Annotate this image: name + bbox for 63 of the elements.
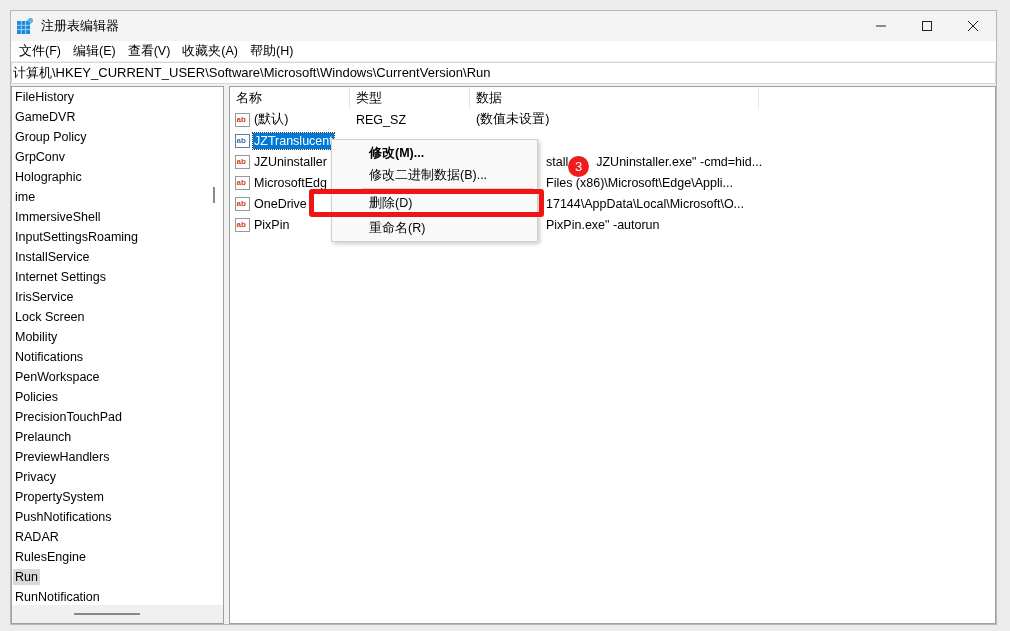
value-data: stall bbox=[546, 154, 569, 169]
string-value-icon: ab bbox=[235, 195, 251, 212]
maximize-icon bbox=[922, 21, 932, 31]
string-value-icon: ab bbox=[235, 132, 251, 149]
tree-item[interactable]: ime bbox=[13, 189, 38, 205]
context-menu-item[interactable]: 重命名(R) bbox=[332, 217, 537, 239]
address-field[interactable]: 计算机\HKEY_CURRENT_USER\Software\Microsoft\Windows\CurrentVersion\Run bbox=[11, 62, 996, 84]
tree-item[interactable]: Notifications bbox=[13, 349, 86, 365]
context-menu-item[interactable]: 修改(M)... bbox=[332, 142, 537, 164]
tree-item[interactable]: PushNotifications bbox=[13, 509, 114, 525]
value-type: REG_SZ bbox=[356, 112, 406, 127]
tree-item[interactable]: Prelaunch bbox=[13, 429, 74, 445]
value-name[interactable]: JZUninstaller bbox=[253, 153, 328, 170]
column-header[interactable]: 数据 bbox=[470, 87, 759, 109]
tree-item[interactable]: IrisService bbox=[13, 289, 76, 305]
value-data: Files (x86)\Microsoft\Edge\Appli... bbox=[546, 175, 733, 190]
value-name[interactable]: MicrosoftEdg bbox=[253, 174, 328, 191]
value-data: JZUninstaller.exe" -cmd=hid... bbox=[596, 154, 763, 169]
horizontal-scrollbar[interactable] bbox=[12, 605, 223, 623]
menu-item[interactable]: 收藏夹(A) bbox=[176, 41, 244, 61]
tree-item[interactable]: Holographic bbox=[13, 169, 84, 185]
string-value-icon: ab bbox=[235, 153, 251, 170]
string-value-icon: ab bbox=[235, 111, 251, 128]
tree-item[interactable]: InputSettingsRoaming bbox=[13, 229, 140, 245]
tree-item[interactable]: FileHistory bbox=[13, 89, 77, 105]
menu-item[interactable]: 文件(F) bbox=[13, 41, 67, 61]
tree-item[interactable]: Run bbox=[13, 569, 40, 585]
tree-item[interactable]: GameDVR bbox=[13, 109, 78, 125]
context-menu-item[interactable]: 删除(D) bbox=[332, 195, 537, 211]
tree-item[interactable]: PenWorkspace bbox=[13, 369, 102, 385]
value-name[interactable]: PixPin bbox=[253, 216, 291, 233]
window-title: 注册表编辑器 bbox=[41, 17, 119, 35]
value-name[interactable]: OneDrive bbox=[253, 195, 308, 212]
tree-item[interactable]: GrpConv bbox=[13, 149, 68, 165]
close-icon bbox=[968, 21, 978, 31]
tree-item[interactable]: RunNotification bbox=[13, 589, 102, 605]
tree-item[interactable]: Mobility bbox=[13, 329, 60, 345]
tree-item[interactable]: Group Policy bbox=[13, 129, 89, 145]
tree-item[interactable]: RulesEngine bbox=[13, 549, 88, 565]
context-menu-item[interactable]: 修改二进制数据(B)... bbox=[332, 164, 537, 186]
tree-item[interactable]: PropertySystem bbox=[13, 489, 106, 505]
menu-item[interactable]: 帮助(H) bbox=[244, 41, 300, 61]
tree-item[interactable]: RADAR bbox=[13, 529, 61, 545]
tree-item[interactable]: ImmersiveShell bbox=[13, 209, 103, 225]
value-data: PixPin.exe" -autorun bbox=[546, 217, 660, 232]
value-name[interactable]: (默认) bbox=[253, 110, 290, 129]
column-header[interactable]: 类型 bbox=[350, 87, 470, 109]
tree-item[interactable]: PrecisionTouchPad bbox=[13, 409, 124, 425]
tree-item[interactable]: InstallService bbox=[13, 249, 92, 265]
tree-item[interactable]: Privacy bbox=[13, 469, 58, 485]
string-value-icon: ab bbox=[235, 174, 251, 191]
menu-item[interactable]: 编辑(E) bbox=[66, 41, 122, 61]
registry-app-icon bbox=[17, 18, 33, 34]
tree-item[interactable]: Policies bbox=[13, 389, 61, 405]
tree-item[interactable]: Internet Settings bbox=[13, 269, 109, 285]
tree-item[interactable]: Lock Screen bbox=[13, 309, 87, 325]
string-value-icon: ab bbox=[235, 216, 251, 233]
column-header[interactable]: 名称 bbox=[230, 87, 350, 109]
value-data: 17144\AppData\Local\Microsoft\O... bbox=[546, 196, 745, 211]
value-name[interactable]: JZTranslucent bbox=[253, 132, 334, 149]
tree-item[interactable]: PreviewHandlers bbox=[13, 449, 112, 465]
value-data: (数值未设置) bbox=[476, 111, 550, 128]
menu-item[interactable]: 查看(V) bbox=[121, 41, 177, 61]
